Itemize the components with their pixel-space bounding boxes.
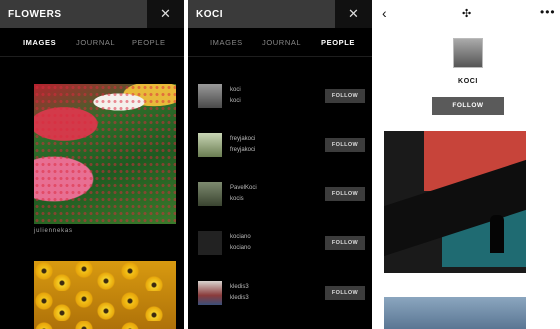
tab-people[interactable]: PEOPLE	[132, 38, 166, 47]
follow-button[interactable]: FOLLOW	[432, 97, 504, 115]
people-search-screen: KOCI ✕ IMAGES JOURNAL PEOPLE koci koci F…	[188, 0, 372, 329]
avatar[interactable]	[198, 231, 222, 255]
search-tabs: IMAGES JOURNAL PEOPLE	[0, 36, 184, 52]
profile-header: ‹ ✣ •••	[376, 0, 560, 28]
avatar[interactable]	[198, 133, 222, 157]
person-username: PavelKoci	[230, 185, 257, 191]
tulip-texture	[34, 84, 176, 224]
close-icon[interactable]: ✕	[335, 0, 372, 28]
tab-images[interactable]: IMAGES	[23, 38, 56, 47]
follow-button[interactable]: FOLLOW	[325, 138, 365, 152]
sunflower-field-photo[interactable]	[34, 261, 176, 329]
person-name: freyjakoci	[230, 147, 256, 153]
avatar	[453, 38, 483, 68]
search-bar: FLOWERS ✕	[0, 0, 184, 28]
follow-button[interactable]: FOLLOW	[325, 89, 365, 103]
follow-button[interactable]: FOLLOW	[325, 187, 365, 201]
person-name: kociano	[230, 245, 251, 251]
tab-journal[interactable]: JOURNAL	[262, 38, 301, 47]
person-name: koci	[230, 98, 241, 104]
tab-journal[interactable]: JOURNAL	[76, 38, 115, 47]
person-username: kociano	[230, 234, 251, 240]
avatar[interactable]	[198, 182, 222, 206]
photo-figure	[490, 215, 504, 253]
tabs-divider	[188, 56, 372, 57]
image-search-screen: FLOWERS ✕ IMAGES JOURNAL PEOPLE julienne…	[0, 0, 184, 329]
avatar[interactable]	[198, 281, 222, 305]
search-query-text: KOCI	[196, 9, 223, 20]
list-item[interactable]: PavelKoci kocis FOLLOW	[188, 177, 372, 217]
list-item[interactable]: kledis3 kledis3 FOLLOW	[188, 276, 372, 316]
tab-people[interactable]: PEOPLE	[321, 38, 355, 47]
list-item[interactable]: freyjakoci freyjakoci FOLLOW	[188, 128, 372, 168]
vsco-logo-icon[interactable]: ✣	[462, 7, 471, 20]
list-item[interactable]: koci koci FOLLOW	[188, 79, 372, 119]
person-name: kledis3	[230, 295, 249, 301]
profile-photo[interactable]	[384, 297, 526, 329]
profile-screen: ‹ ✣ ••• KOCI FOLLOW	[376, 0, 560, 329]
tab-images[interactable]: IMAGES	[210, 38, 243, 47]
back-arrow-icon[interactable]: ‹	[382, 5, 387, 21]
person-username: koci	[230, 87, 241, 93]
person-username: kledis3	[230, 284, 249, 290]
more-options-icon[interactable]: •••	[540, 5, 556, 19]
profile-photo[interactable]	[384, 131, 526, 273]
close-icon[interactable]: ✕	[147, 0, 184, 28]
list-item[interactable]: kociano kociano FOLLOW	[188, 226, 372, 266]
search-input[interactable]: FLOWERS	[0, 0, 147, 28]
tulip-field-photo[interactable]	[34, 84, 176, 224]
tabs-divider	[0, 56, 184, 57]
search-tabs: IMAGES JOURNAL PEOPLE	[188, 36, 372, 52]
search-bar: KOCI ✕	[188, 0, 372, 28]
search-input[interactable]: KOCI	[188, 0, 335, 28]
person-username: freyjakoci	[230, 136, 256, 142]
search-query-text: FLOWERS	[8, 9, 62, 20]
person-name: kocis	[230, 196, 244, 202]
photo-credit[interactable]: juliennekas	[34, 228, 73, 234]
follow-button[interactable]: FOLLOW	[325, 236, 365, 250]
follow-button[interactable]: FOLLOW	[325, 286, 365, 300]
avatar[interactable]	[198, 84, 222, 108]
profile-name: KOCI	[458, 78, 478, 85]
